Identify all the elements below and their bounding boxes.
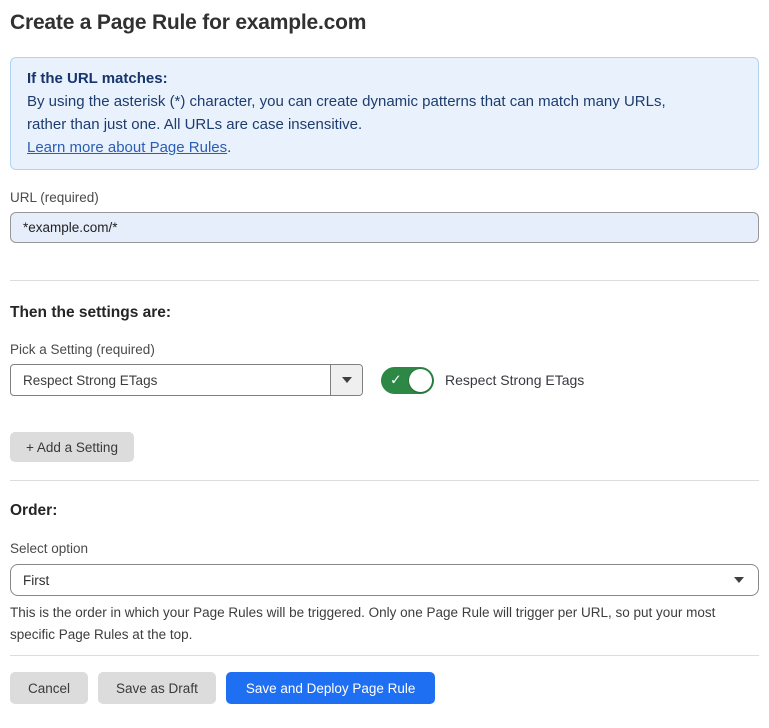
order-help-text: This is the order in which your Page Rul…	[10, 602, 759, 646]
setting-select-arrow-button[interactable]	[330, 365, 362, 395]
url-field-label: URL (required)	[10, 190, 759, 206]
pick-setting-label: Pick a Setting (required)	[10, 342, 759, 358]
divider	[10, 280, 759, 281]
divider	[10, 655, 759, 656]
setting-row: Respect Strong ETags ✓ Respect Strong ET…	[10, 364, 759, 396]
order-select[interactable]: First	[10, 564, 759, 596]
order-section-heading: Order:	[10, 501, 759, 520]
chevron-down-icon	[342, 377, 352, 383]
learn-more-link[interactable]: Learn more about Page Rules	[27, 139, 227, 156]
settings-section-heading: Then the settings are:	[10, 303, 759, 322]
divider	[10, 480, 759, 481]
add-setting-button[interactable]: + Add a Setting	[10, 432, 134, 462]
check-icon: ✓	[390, 373, 402, 387]
url-input[interactable]	[10, 212, 759, 243]
info-box-body-line-2: rather than just one. All URLs are case …	[27, 113, 742, 136]
setting-toggle[interactable]: ✓	[381, 367, 434, 394]
cancel-button[interactable]: Cancel	[10, 672, 88, 704]
page-title: Create a Page Rule for example.com	[10, 10, 759, 36]
save-and-deploy-button[interactable]: Save and Deploy Page Rule	[226, 672, 436, 704]
save-as-draft-button[interactable]: Save as Draft	[98, 672, 216, 704]
link-suffix: .	[227, 139, 231, 156]
url-match-info-box: If the URL matches: By using the asteris…	[10, 57, 759, 170]
info-box-link-line: Learn more about Page Rules.	[27, 136, 742, 159]
create-page-rule-panel: Create a Page Rule for example.com If th…	[0, 10, 769, 704]
setting-select[interactable]: Respect Strong ETags	[10, 364, 363, 396]
setting-toggle-label: Respect Strong ETags	[445, 372, 584, 388]
toggle-knob	[409, 369, 432, 392]
info-box-heading: If the URL matches:	[27, 67, 742, 90]
info-box-body-line-1: By using the asterisk (*) character, you…	[27, 90, 742, 113]
footer-button-row: Cancel Save as Draft Save and Deploy Pag…	[10, 672, 759, 704]
order-select-label: Select option	[10, 541, 759, 557]
chevron-down-icon	[734, 577, 744, 583]
order-select-value: First	[23, 573, 49, 588]
setting-select-value: Respect Strong ETags	[11, 365, 330, 395]
